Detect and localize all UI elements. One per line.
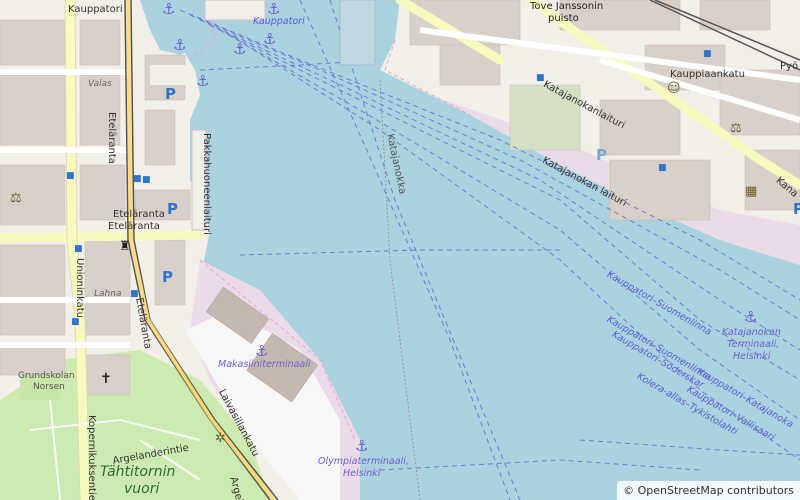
courthouse-icon: ⚖ (10, 191, 22, 206)
anchor-icon: ⚓ (255, 342, 269, 360)
street-label-kauppatori: Kauppatori (68, 4, 123, 15)
terminal-label-katajanokan-city: Helsinki (733, 351, 771, 362)
stop-label-etelaranta-2: Eteläranta (108, 221, 160, 232)
bus-stop-icon[interactable]: ■ (658, 164, 667, 173)
street-label-lahna: Lahna (94, 289, 122, 299)
anchor-icon: ⚓ (744, 308, 758, 326)
street-label-pyo: Pyö (780, 61, 799, 72)
school-label-grundskolan: Grundskolan (18, 371, 75, 381)
courthouse-icon: ⚖ (730, 121, 742, 136)
theatre-icon: ☺ (667, 81, 681, 96)
anchor-icon: ⚓ (162, 0, 176, 18)
bus-stop-icon[interactable]: ■ (133, 175, 142, 184)
park-label-tahtitornin: Tähtitornin (100, 464, 176, 480)
anchor-icon: ⚓ (263, 30, 277, 48)
parking-icon[interactable]: P (165, 85, 176, 103)
parking-icon[interactable]: P (793, 200, 800, 218)
anchor-icon: ⚓ (355, 437, 369, 455)
church-icon: ✝ (100, 371, 112, 387)
bus-stop-icon[interactable]: ■ (74, 245, 83, 254)
terminal-label-makasiini: Makasiiniterminaali (218, 359, 311, 370)
bus-stop-icon[interactable]: ■ (71, 318, 80, 327)
map-view[interactable]: ⚓ ⚓ ⚓ ⚓ ⚓ ⚓ ⚓ ⚓ ⚓ P P P P P ⚖ ⚖ ▦ ✝ ♜ ✲ … (0, 0, 800, 500)
terminal-label-olympia-city: Helsinki (343, 468, 381, 479)
street-label-pakkahuoneenlaituri: Pakkahuoneenlaituri (201, 133, 212, 235)
monument-icon: ♜ (119, 239, 131, 254)
terminal-label-olympia: Olympiaterminaali, (318, 456, 409, 467)
terminal-label-katajanokan: Katajanokan (722, 327, 781, 338)
bus-stop-icon[interactable]: ■ (142, 176, 151, 185)
parking-icon[interactable]: P (167, 200, 178, 218)
bus-stop-icon[interactable]: ■ (536, 74, 545, 83)
park-label-puisto: puisto (548, 13, 579, 24)
park-label-tove-jansson: Tove Janssonin (530, 1, 604, 12)
anchor-icon: ⚓ (173, 36, 187, 54)
terminal-label-terminaali: Terminaali, (727, 339, 780, 350)
street-label-valas: Valas (88, 79, 112, 89)
anchor-icon: ⚓ (196, 72, 210, 90)
bus-stop-icon[interactable]: ■ (66, 172, 75, 181)
viewpoint-icon: ✲ (215, 431, 226, 446)
stop-label-etelaranta: Eteläranta (113, 209, 165, 220)
park-label-vuori: vuori (124, 481, 160, 497)
parking-icon[interactable]: P (596, 146, 607, 164)
cinema-icon: ▦ (745, 184, 758, 199)
street-label-kopernikuksentie: Kopernikuksentie (86, 415, 97, 500)
parking-icon[interactable]: P (162, 268, 173, 286)
school-label-norsen: Norsen (33, 382, 65, 392)
bus-stop-icon[interactable]: ■ (703, 50, 712, 59)
map-attribution[interactable]: © OpenStreetMap contributors (617, 481, 800, 500)
place-label-kauppatori: Kauppatori (253, 16, 305, 27)
street-label-etelaranta: Eteläranta (106, 112, 117, 164)
anchor-icon: ⚓ (233, 40, 247, 58)
street-label-kauppiaankatu: Kauppiaankatu (670, 69, 745, 80)
street-label-unioninkatu: Unioninkatu (74, 258, 85, 319)
